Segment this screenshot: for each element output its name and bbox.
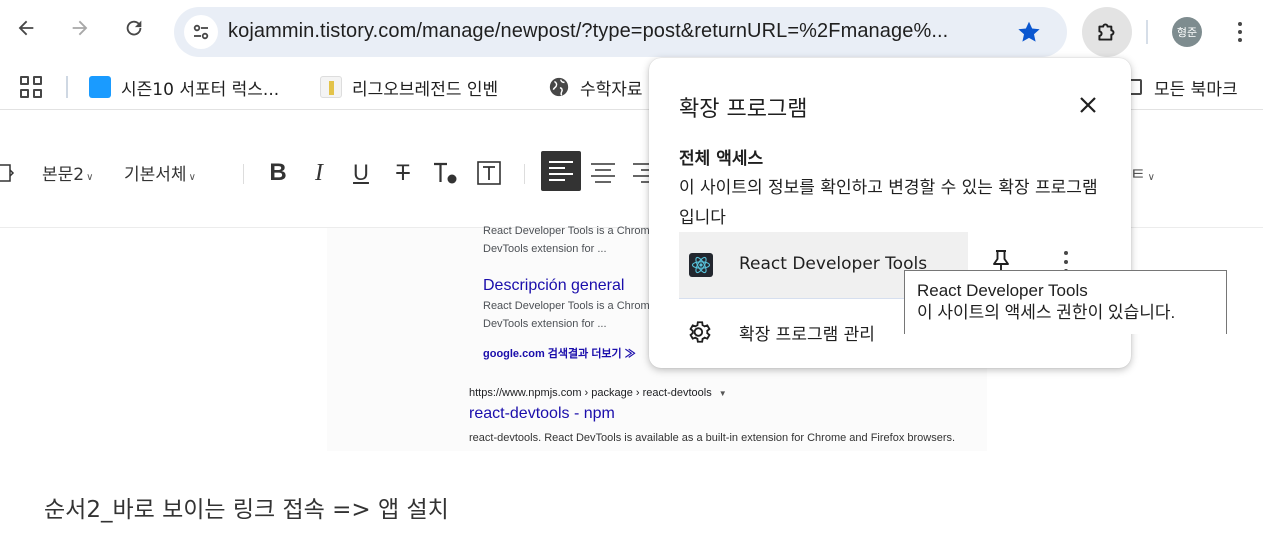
bookmark-label: 리그오브레전드 인벤	[352, 79, 499, 100]
result-snippet: react-devtools. React DevTools is availa…	[469, 432, 956, 444]
arrow-right-icon	[72, 20, 88, 36]
avatar[interactable]: 형준	[1172, 17, 1202, 47]
breadcrumb-text: https://www.npmjs.com › package › react-…	[469, 387, 712, 399]
font-family-select[interactable]: 기본서체 ∨	[124, 160, 196, 185]
result-snippet: React Developer Tools is a Chrom	[483, 225, 650, 237]
result-title: Descripción general	[483, 277, 625, 294]
toolbar-separator	[243, 164, 244, 184]
url-text[interactable]: kojammin.tistory.com/manage/newpost/?typ…	[228, 20, 948, 43]
arrow-left-icon	[18, 20, 34, 36]
bookmark-item[interactable]: 리그오브레전드 인벤	[320, 75, 499, 100]
forward-button[interactable]	[62, 10, 98, 46]
chevron-down-icon: ∨	[1147, 172, 1155, 183]
chevron-down-icon: ∨	[188, 172, 196, 183]
tune-icon	[193, 24, 209, 40]
bold-button[interactable]: B	[263, 158, 293, 188]
text-background-icon	[477, 161, 501, 185]
more-options-select[interactable]: ㅌ ∨	[1130, 160, 1155, 185]
dot-icon	[1238, 38, 1242, 42]
bookmarks-divider	[66, 76, 68, 98]
paragraph-style-value: 본문2	[42, 165, 85, 185]
underline-button[interactable]: U	[346, 158, 376, 188]
inven-logo-icon	[320, 76, 342, 98]
underline-icon: U	[353, 160, 369, 185]
align-center-button[interactable]	[588, 158, 618, 188]
result-title: react-devtools - npm	[469, 405, 615, 422]
browser-toolbar: kojammin.tistory.com/manage/newpost/?typ…	[0, 0, 1263, 64]
dot-icon	[1238, 30, 1242, 34]
extensions-button[interactable]	[1082, 7, 1132, 57]
close-icon[interactable]	[1077, 94, 1099, 116]
popup-title: 확장 프로그램	[679, 97, 808, 122]
align-left-button[interactable]	[541, 151, 581, 191]
address-bar[interactable]: kojammin.tistory.com/manage/newpost/?typ…	[174, 7, 1067, 57]
insert-menu-icon[interactable]	[0, 158, 20, 188]
site-settings-button[interactable]	[184, 15, 218, 49]
dot-icon	[1064, 260, 1068, 264]
result-snippet: DevTools extension for ...	[483, 243, 607, 255]
reload-icon	[126, 20, 142, 36]
font-family-value: 기본서체	[124, 165, 187, 185]
extension-name: React Developer Tools	[739, 254, 928, 274]
bookmark-item[interactable]: 수학자료	[548, 75, 643, 100]
section-description: 이 사이트의 정보를 확인하고 변경할 수 있는 확장 프로그램입니다	[679, 178, 1098, 228]
caret-down-icon: ▼	[718, 389, 727, 398]
italic-button[interactable]: I	[304, 158, 334, 188]
extension-tooltip: React Developer Tools 이 사이트의 액세스 권한이 있습니…	[904, 270, 1227, 334]
text-color-icon	[434, 162, 457, 184]
result-snippet: DevTools extension for ...	[483, 318, 607, 330]
dot-icon	[1238, 22, 1242, 26]
bold-icon: B	[269, 159, 287, 186]
bookmark-label: 모든 북마크	[1154, 79, 1238, 100]
browser-menu-button[interactable]	[1228, 18, 1252, 46]
align-left-icon	[549, 161, 573, 181]
tooltip-description: 이 사이트의 액세스 권한이 있습니다.	[917, 303, 1176, 322]
result-snippet: React Developer Tools is a Chrom	[483, 300, 650, 312]
chevron-down-icon: ∨	[86, 172, 94, 183]
paragraph-style-select[interactable]: 본문2 ∨	[42, 160, 93, 185]
dot-icon	[1064, 251, 1068, 255]
globe-icon	[549, 77, 569, 97]
puzzle-icon	[1098, 23, 1115, 41]
react-logo-icon	[689, 253, 713, 277]
apps-grid-icon[interactable]	[20, 76, 42, 98]
align-center-icon	[591, 163, 615, 183]
italic-icon: I	[315, 159, 323, 186]
bookmark-label: 시즌10 서포터 럭스...	[121, 79, 280, 100]
all-bookmarks-button[interactable]: 모든 북마크	[1126, 75, 1238, 100]
star-icon[interactable]	[1016, 19, 1042, 45]
section-heading: 전체 액세스	[679, 149, 764, 169]
reload-button[interactable]	[116, 10, 152, 46]
strikethrough-button[interactable]: T	[388, 158, 418, 188]
tooltip-title: React Developer Tools	[917, 281, 1088, 300]
manage-extensions-link[interactable]: 확장 프로그램 관리	[739, 320, 875, 345]
bookmark-item[interactable]: 시즌10 서포터 럭스...	[89, 75, 280, 100]
strikethrough-icon: T	[396, 160, 410, 185]
nexon-logo-icon	[89, 76, 111, 98]
gear-icon[interactable]	[687, 319, 713, 345]
text-color-button[interactable]	[430, 158, 460, 188]
back-button[interactable]	[8, 10, 44, 46]
bookmark-label: 수학자료	[580, 79, 643, 100]
more-results-link: google.com 검색결과 더보기 ≫	[483, 348, 636, 360]
result-breadcrumb: https://www.npmjs.com › package › react-…	[469, 387, 727, 399]
toolbar-separator	[524, 164, 525, 184]
post-body-text[interactable]: 순서2_바로 보이는 링크 접속 => 앱 설치	[44, 490, 449, 524]
toolbar-divider	[1146, 20, 1148, 44]
text-background-button[interactable]	[474, 158, 504, 188]
